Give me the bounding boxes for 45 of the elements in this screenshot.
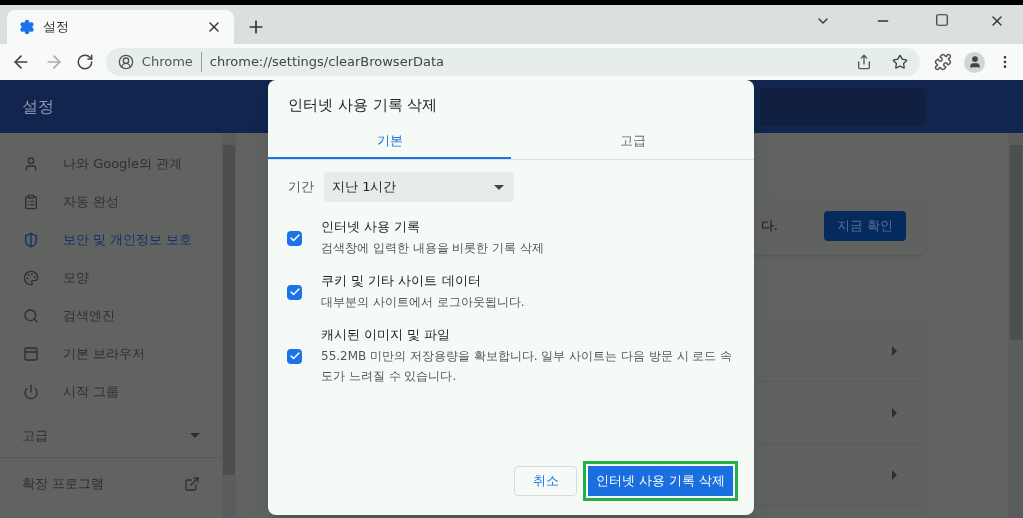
search-icon bbox=[23, 308, 39, 324]
maximize-icon[interactable] bbox=[935, 13, 949, 27]
option-title: 인터넷 사용 기록 bbox=[321, 218, 422, 236]
option-description: 대부분의 사이트에서 로그아웃됩니다. bbox=[321, 294, 525, 311]
caret-icon bbox=[190, 433, 200, 438]
external-link-icon bbox=[184, 476, 200, 492]
checkbox[interactable] bbox=[287, 284, 302, 300]
browser-tab[interactable]: 설정 bbox=[7, 10, 234, 44]
shield-icon bbox=[23, 232, 39, 248]
person-icon bbox=[23, 156, 39, 172]
bookmark-star-icon[interactable] bbox=[892, 54, 909, 70]
profile-icon[interactable] bbox=[964, 51, 986, 73]
dialog-title: 인터넷 사용 기록 삭제 bbox=[287, 95, 439, 116]
period-select[interactable]: 지난 1시간 bbox=[324, 172, 514, 202]
sidebar-item[interactable]: 보안 및 개인정보 보호 bbox=[0, 221, 222, 259]
clipboard-icon bbox=[23, 194, 39, 210]
reload-icon[interactable] bbox=[75, 53, 94, 71]
browser-window-icon bbox=[23, 346, 39, 362]
option-title: 캐시된 이미지 및 파일 bbox=[321, 326, 452, 344]
cancel-button[interactable]: 취소 bbox=[514, 466, 577, 496]
period-label: 기간 bbox=[288, 178, 314, 197]
checkbox[interactable] bbox=[287, 348, 302, 364]
option-description: 55.2MB 미만의 저장용량을 확보합니다. 일부 사이트는 다음 방문 시 로드 속도가 느려질 수 있습니다. bbox=[321, 348, 734, 385]
address-bar[interactable]: Chrome chrome://settings/clearBrowserData bbox=[105, 48, 921, 76]
caret-icon bbox=[494, 184, 504, 190]
option-title: 쿠키 및 기타 사이트 데이터 bbox=[321, 272, 482, 290]
dialog-tab[interactable]: 고급 bbox=[511, 124, 754, 159]
settings-title: 설정 bbox=[22, 95, 54, 118]
sidebar-scrollbar[interactable] bbox=[222, 133, 236, 518]
option-description: 검색창에 입력한 내용을 비롯한 기록 삭제 bbox=[321, 240, 545, 257]
url-text: chrome://settings/clearBrowserData bbox=[209, 53, 446, 72]
power-icon bbox=[23, 384, 39, 400]
clear-data-button[interactable]: 인터넷 사용 기록 삭제 bbox=[588, 466, 733, 496]
page-scrollbar[interactable] bbox=[1008, 133, 1023, 518]
origin-label: Chrome bbox=[141, 52, 202, 72]
share-icon[interactable] bbox=[856, 54, 873, 70]
checkbox[interactable] bbox=[287, 230, 302, 246]
safety-text: 다. bbox=[760, 217, 778, 236]
check-now-button[interactable]: 지금 확인 bbox=[823, 211, 906, 241]
settings-icon bbox=[19, 19, 35, 35]
dialog-tab[interactable]: 기본 bbox=[268, 124, 511, 159]
tab-title: 설정 bbox=[43, 18, 70, 37]
extensions-icon[interactable] bbox=[934, 53, 953, 71]
site-info-icon bbox=[117, 54, 134, 70]
palette-icon bbox=[23, 270, 39, 286]
